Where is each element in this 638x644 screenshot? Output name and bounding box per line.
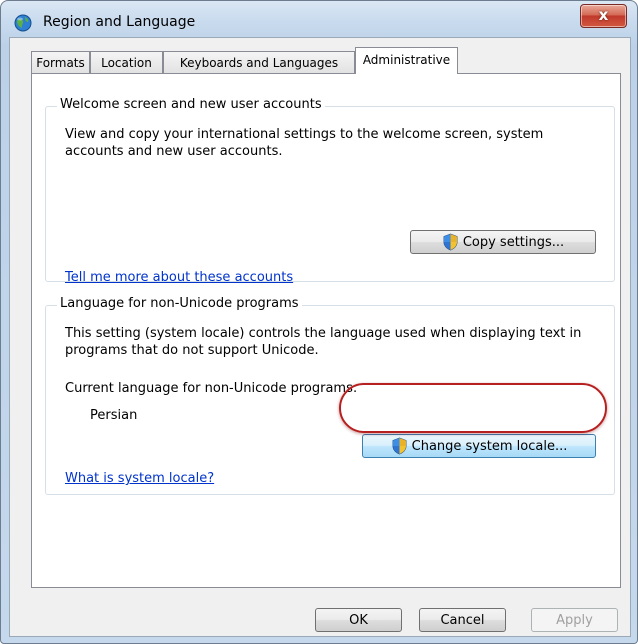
copy-settings-button[interactable]: Copy settings... bbox=[410, 230, 596, 254]
tab-location[interactable]: Location bbox=[90, 51, 163, 73]
tab-formats[interactable]: Formats bbox=[31, 51, 90, 73]
uac-shield-icon bbox=[392, 437, 407, 455]
close-button[interactable]: x bbox=[580, 4, 627, 28]
welcome-group-title: Welcome screen and new user accounts bbox=[57, 97, 325, 112]
change-system-locale-label: Change system locale... bbox=[411, 438, 568, 454]
uac-shield-icon bbox=[443, 233, 458, 251]
globe-icon bbox=[14, 14, 32, 32]
tell-me-more-link[interactable]: Tell me more about these accounts bbox=[65, 270, 293, 285]
apply-button[interactable]: Apply bbox=[531, 608, 618, 632]
non-unicode-group-title: Language for non-Unicode programs bbox=[57, 296, 302, 311]
dialog-client-area: Formats Location Keyboards and Languages… bbox=[9, 37, 631, 637]
copy-settings-label: Copy settings... bbox=[462, 234, 565, 250]
what-is-system-locale-link[interactable]: What is system locale? bbox=[65, 471, 214, 486]
tab-keyboards-and-languages[interactable]: Keyboards and Languages bbox=[163, 51, 355, 73]
current-language-value: Persian bbox=[90, 408, 138, 423]
region-language-window: Region and Language x Formats Location K… bbox=[0, 0, 638, 644]
non-unicode-description: This setting (system locale) controls th… bbox=[65, 326, 582, 358]
current-language-label: Current language for non-Unicode program… bbox=[65, 381, 358, 396]
tab-administrative[interactable]: Administrative bbox=[355, 47, 458, 74]
window-title: Region and Language bbox=[43, 14, 196, 30]
ok-button[interactable]: OK bbox=[315, 608, 402, 632]
highlight-annotation bbox=[339, 383, 607, 433]
administrative-panel: Welcome screen and new user accounts Vie… bbox=[31, 73, 621, 588]
cancel-button[interactable]: Cancel bbox=[419, 608, 506, 632]
title-bar[interactable]: Region and Language x bbox=[1, 1, 637, 37]
close-icon: x bbox=[598, 6, 609, 24]
welcome-description: View and copy your international setting… bbox=[65, 127, 544, 159]
change-system-locale-button[interactable]: Change system locale... bbox=[362, 434, 596, 458]
welcome-screen-group: Welcome screen and new user accounts Vie… bbox=[45, 97, 615, 285]
